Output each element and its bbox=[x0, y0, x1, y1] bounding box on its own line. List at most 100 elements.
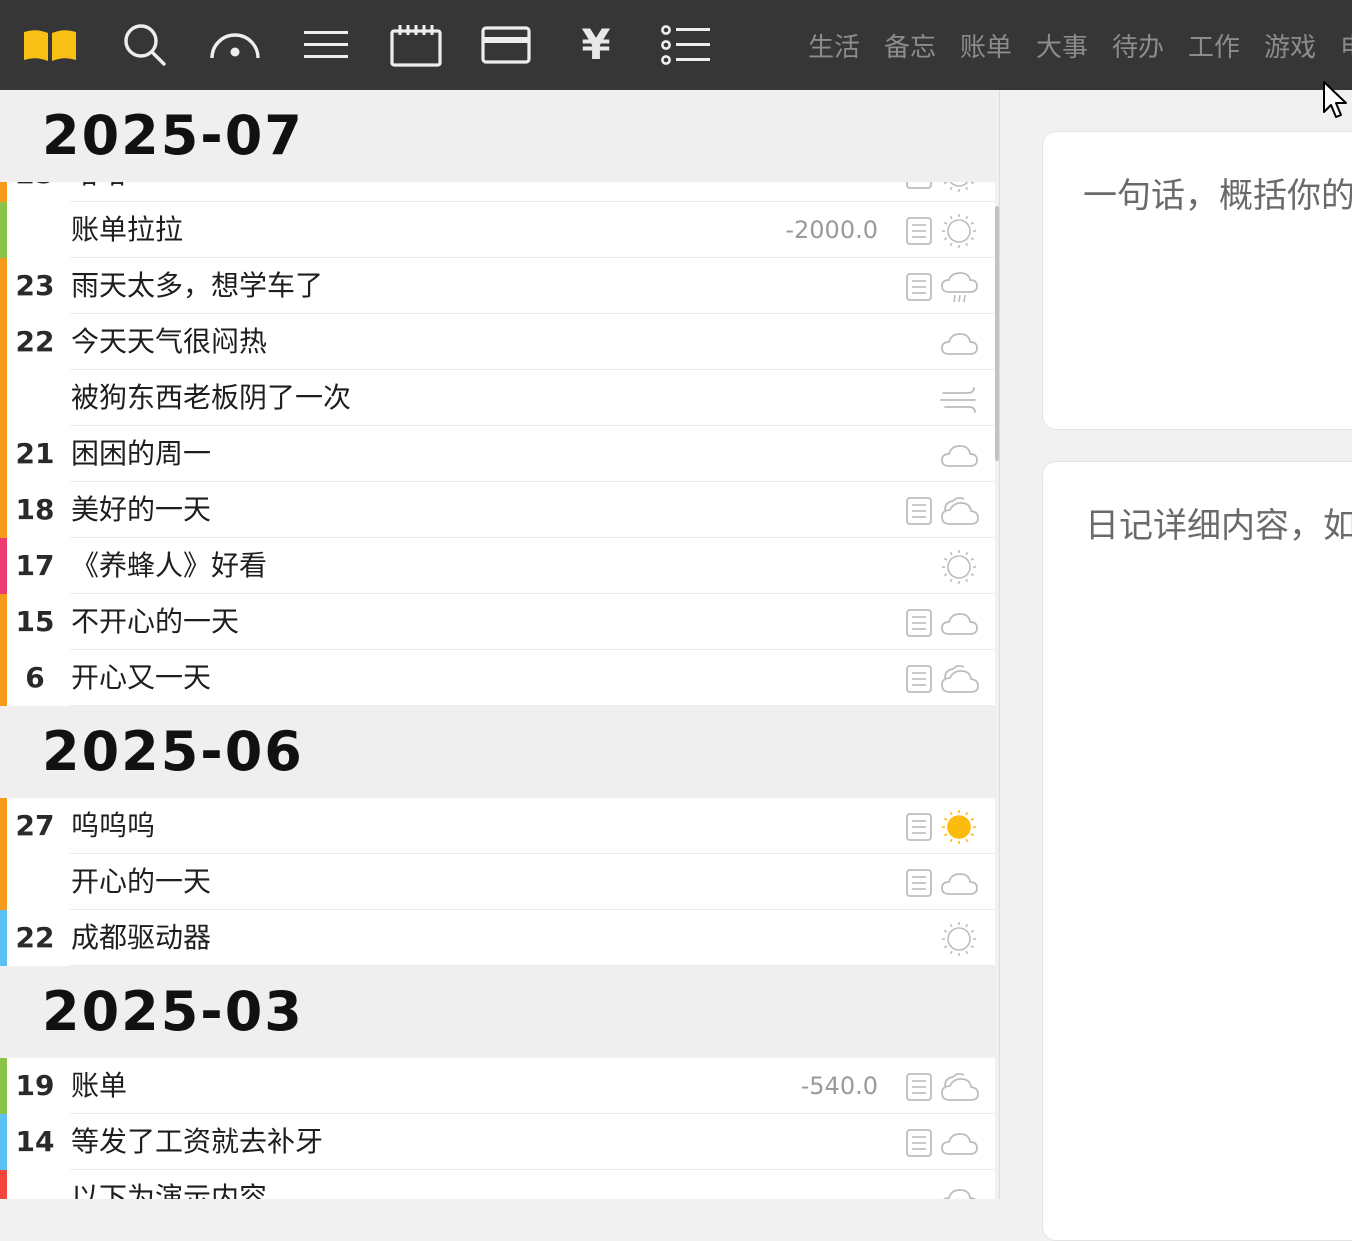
yen-icon[interactable]: ¥ bbox=[566, 18, 626, 72]
month-title: 2025-03 bbox=[42, 980, 304, 1043]
diary-entry-row[interactable]: 22 今天天气很闷热 bbox=[0, 314, 995, 370]
note-icon bbox=[906, 665, 932, 697]
entry-day: 27 bbox=[15, 809, 55, 842]
entry-day: 15 bbox=[15, 605, 55, 638]
cloud-weather-icon bbox=[939, 323, 979, 367]
month-header: 2025-06 bbox=[0, 706, 996, 798]
book-icon[interactable] bbox=[20, 18, 80, 72]
sun-outline-weather-icon bbox=[939, 547, 979, 591]
category-tab[interactable]: 工作 bbox=[1176, 27, 1252, 64]
category-color-bar bbox=[0, 202, 7, 258]
note-icon bbox=[906, 217, 932, 249]
entry-title: 雨天太多，想学车了 bbox=[71, 269, 324, 302]
entry-day: 21 bbox=[15, 437, 55, 470]
entry-day: 17 bbox=[15, 549, 55, 582]
diary-list[interactable]: 25哈哈账单拉拉-2000.023雨天太多，想学车了22今天天气很闷热被狗东西老… bbox=[0, 90, 1000, 1199]
entry-day: 18 bbox=[15, 493, 55, 526]
clouds-weather-icon bbox=[939, 1067, 979, 1111]
entry-amount: -2000.0 bbox=[785, 216, 878, 244]
entry-title: 美好的一天 bbox=[71, 493, 212, 526]
entry-title: 呜呜呜 bbox=[71, 809, 156, 842]
entry-day: 22 bbox=[15, 325, 55, 358]
category-color-bar bbox=[0, 314, 7, 370]
month-header: 2025-03 bbox=[0, 966, 996, 1058]
entry-title: 以下为演示内容 bbox=[71, 1181, 268, 1199]
detail-card[interactable]: 日记详细内容，如果 bbox=[1042, 461, 1352, 1241]
category-tab[interactable]: 游戏 bbox=[1252, 27, 1328, 64]
cloud-weather-icon bbox=[939, 435, 979, 479]
category-tab[interactable]: 电 bbox=[1328, 27, 1352, 64]
diary-entry-row[interactable]: 以下为演示内容 bbox=[0, 1170, 995, 1199]
list-scrollbar[interactable] bbox=[995, 206, 999, 461]
category-color-bar bbox=[0, 1170, 7, 1199]
diary-entry-row[interactable]: 账单拉拉 -2000.0 bbox=[0, 202, 995, 258]
entry-day: 6 bbox=[25, 661, 45, 694]
entry-title: 开心的一天 bbox=[71, 865, 212, 898]
category-color-bar bbox=[0, 258, 7, 314]
category-color-bar bbox=[0, 854, 7, 910]
month-header: 2025-07 bbox=[0, 90, 996, 182]
diary-entry-row[interactable]: 18 美好的一天 bbox=[0, 482, 995, 538]
category-color-bar bbox=[0, 910, 7, 966]
category-tab[interactable]: 账单 bbox=[948, 27, 1024, 64]
calendar-icon[interactable] bbox=[386, 18, 446, 72]
search-icon[interactable] bbox=[115, 18, 175, 72]
top-toolbar: ¥ 生活备忘账单大事待办工作游戏电 bbox=[0, 0, 1352, 90]
clouds-weather-icon bbox=[939, 491, 979, 535]
entry-title: 不开心的一天 bbox=[71, 605, 240, 638]
category-color-bar bbox=[0, 482, 7, 538]
sun-outline-weather-icon bbox=[939, 919, 979, 963]
category-color-bar bbox=[0, 426, 7, 482]
sun-outline-weather-icon bbox=[939, 211, 979, 255]
category-tab[interactable]: 生活 bbox=[796, 27, 872, 64]
category-tabs: 生活备忘账单大事待办工作游戏电 bbox=[796, 0, 1352, 90]
yen-symbol: ¥ bbox=[581, 20, 611, 69]
menu-icon[interactable] bbox=[296, 18, 356, 72]
list-icon[interactable] bbox=[656, 18, 716, 72]
diary-entry-row[interactable]: 6 开心又一天 bbox=[0, 650, 995, 706]
entry-day: 23 bbox=[15, 269, 55, 302]
diary-entry-row[interactable]: 14 等发了工资就去补牙 bbox=[0, 1114, 995, 1170]
diary-entry-row[interactable]: 19 账单 -540.0 bbox=[0, 1058, 995, 1114]
mouse-cursor-icon bbox=[1323, 81, 1347, 118]
diary-entry-row[interactable]: 15 不开心的一天 bbox=[0, 594, 995, 650]
detail-placeholder[interactable]: 日记详细内容，如果 bbox=[1085, 498, 1352, 547]
note-icon bbox=[906, 1073, 932, 1105]
category-tab[interactable]: 大事 bbox=[1024, 27, 1100, 64]
cloud-weather-icon bbox=[939, 1123, 979, 1167]
cloud-weather-icon bbox=[939, 1179, 979, 1199]
entry-title: 等发了工资就去补牙 bbox=[71, 1125, 324, 1158]
entry-title: 困困的周一 bbox=[71, 437, 212, 470]
entry-day bbox=[7, 370, 63, 426]
cloud-weather-icon bbox=[939, 603, 979, 647]
category-tab[interactable]: 备忘 bbox=[872, 27, 948, 64]
entry-title: 今天天气很闷热 bbox=[71, 325, 268, 358]
clouds-weather-icon bbox=[939, 659, 979, 703]
entry-title: 《养蜂人》好看 bbox=[71, 549, 268, 582]
summary-card[interactable]: 一句话，概括你的 bbox=[1042, 131, 1352, 430]
entry-title: 被狗东西老板阴了一次 bbox=[71, 381, 352, 414]
gauge-icon[interactable] bbox=[205, 18, 265, 72]
entry-day: 14 bbox=[15, 1125, 55, 1158]
category-color-bar bbox=[0, 538, 7, 594]
category-tab[interactable]: 待办 bbox=[1100, 27, 1176, 64]
wind-weather-icon bbox=[939, 379, 979, 423]
diary-entry-row[interactable]: 21 困困的周一 bbox=[0, 426, 995, 482]
rain-weather-icon bbox=[939, 267, 979, 311]
diary-entry-row[interactable]: 22 成都驱动器 bbox=[0, 910, 995, 966]
diary-entry-row[interactable]: 17 《养蜂人》好看 bbox=[0, 538, 995, 594]
diary-entry-row[interactable]: 开心的一天 bbox=[0, 854, 995, 910]
card-icon[interactable] bbox=[476, 18, 536, 72]
diary-entry-row[interactable]: 23 雨天太多，想学车了 bbox=[0, 258, 995, 314]
note-icon bbox=[906, 273, 932, 305]
entry-title: 开心又一天 bbox=[71, 661, 212, 694]
diary-entry-row[interactable]: 27 呜呜呜 bbox=[0, 798, 995, 854]
category-color-bar bbox=[0, 1058, 7, 1114]
summary-placeholder[interactable]: 一句话，概括你的 bbox=[1083, 168, 1352, 217]
note-icon bbox=[906, 813, 932, 845]
diary-entry-row[interactable]: 被狗东西老板阴了一次 bbox=[0, 370, 995, 426]
note-icon bbox=[906, 497, 932, 529]
note-icon bbox=[906, 869, 932, 901]
entry-title: 成都驱动器 bbox=[71, 921, 212, 954]
entry-day bbox=[7, 1170, 63, 1199]
